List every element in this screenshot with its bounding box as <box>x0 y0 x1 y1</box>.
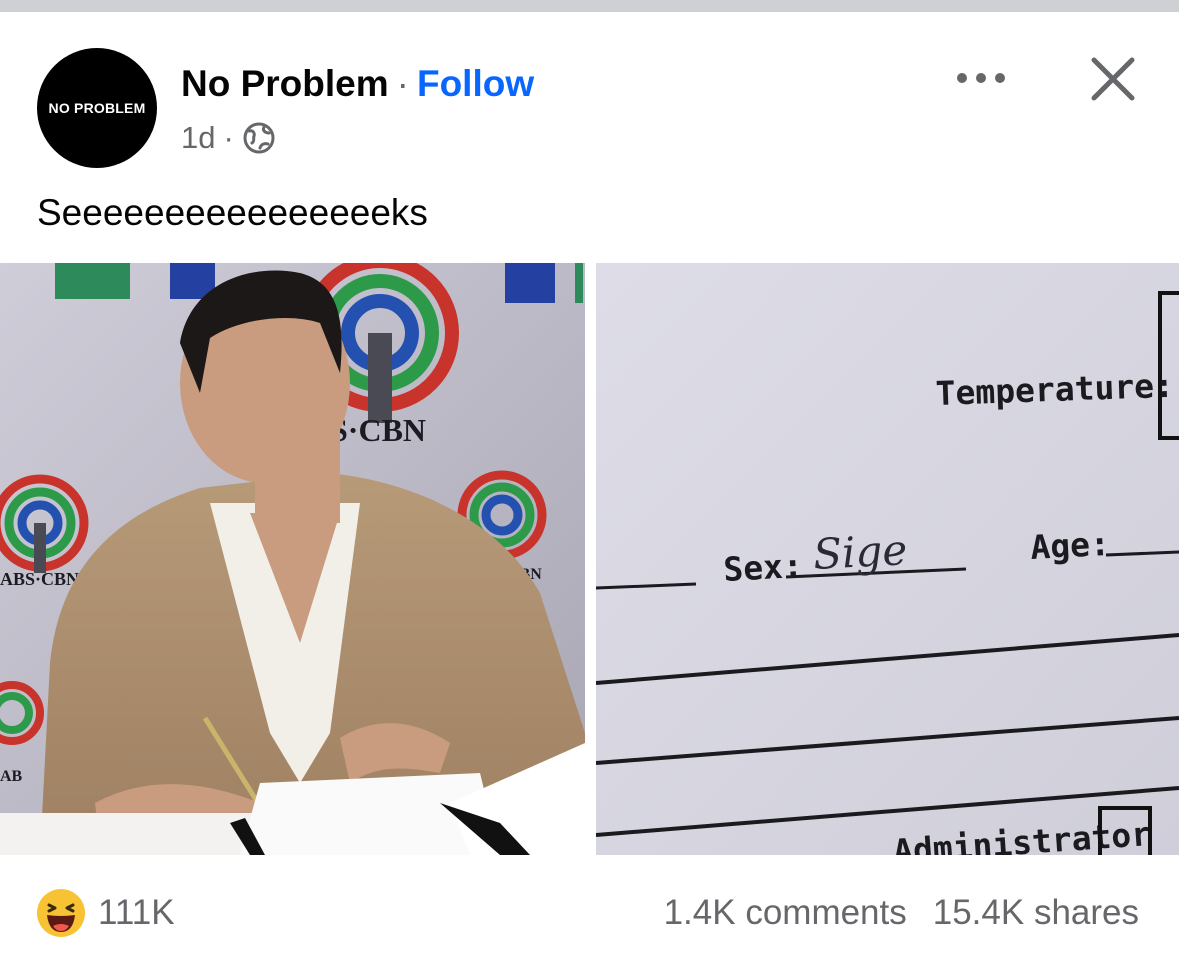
post-header: No Problem · Follow <box>181 60 534 108</box>
reaction-summary[interactable]: 111K <box>36 888 175 938</box>
shares-count[interactable]: 15.4K shares <box>933 893 1139 933</box>
post-text: Seeeeeeeeeeeeeeeeks <box>37 192 428 233</box>
signing-photo: S·CBN ABS·CBN CBN AB <box>0 263 585 855</box>
header-separator: · <box>396 63 409 104</box>
temperature-label: Temperature: <box>935 366 1175 413</box>
page-name[interactable]: No Problem <box>181 63 389 105</box>
post-photo-right[interactable]: Temperature: Sex: Sige Age: Administrato… <box>596 263 1179 855</box>
top-divider <box>0 0 1179 12</box>
follow-button[interactable]: Follow <box>417 63 534 105</box>
sex-label: Sex: <box>722 546 803 589</box>
more-horizontal-icon[interactable] <box>950 58 1012 98</box>
comments-count[interactable]: 1.4K comments <box>664 893 907 933</box>
post-meta: 1d · <box>181 118 276 158</box>
reaction-count: 111K <box>98 893 175 932</box>
post-time[interactable]: 1d <box>181 120 215 156</box>
broadcast-logo-left <box>0 474 89 573</box>
form-photo: Temperature: Sex: Sige Age: Administrato… <box>596 263 1179 855</box>
sex-value: Sige <box>812 525 908 579</box>
age-label: Age: <box>1029 524 1110 567</box>
post-photo-left[interactable]: S·CBN ABS·CBN CBN AB <box>0 263 585 855</box>
meta-separator: · <box>223 120 234 155</box>
haha-emoji-icon <box>37 889 85 937</box>
close-icon[interactable] <box>1086 52 1140 106</box>
engagement-stats: 1.4K comments 15.4K shares <box>664 888 1139 938</box>
backdrop-text-2: ABS·CBN <box>0 569 79 589</box>
avatar-text: NO PROBLEM <box>48 100 146 116</box>
avatar[interactable]: NO PROBLEM <box>37 48 157 168</box>
globe-icon[interactable] <box>242 121 276 155</box>
backdrop-text-4: AB <box>0 768 23 785</box>
